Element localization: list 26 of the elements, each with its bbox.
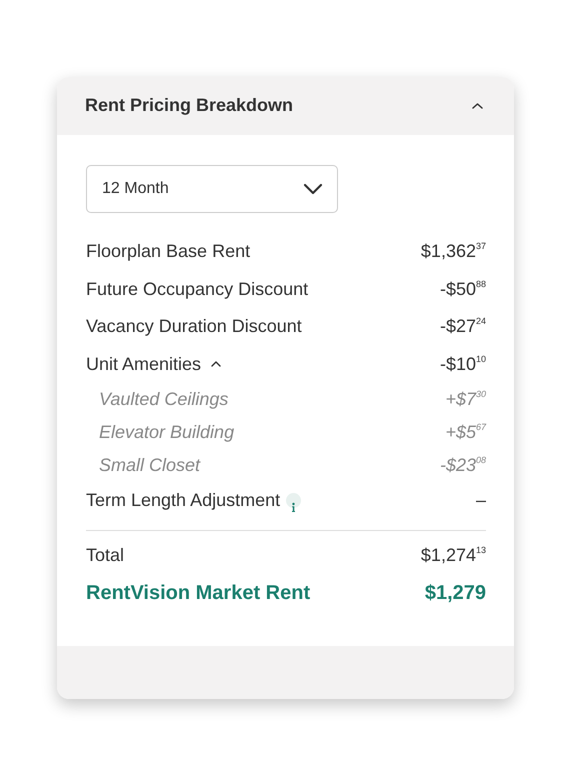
amenity-amount: -$23$^{08}$ (440, 454, 486, 477)
group-toggle[interactable]: Unit Amenities (86, 350, 202, 378)
amenity-label: Small Closet (99, 454, 200, 477)
amenity-label: Elevator Building (99, 421, 234, 444)
line-label: Term Length Adjustment (86, 489, 280, 512)
term-select[interactable]: 12 Month (86, 165, 338, 213)
line-label: Floorplan Base Rent (86, 240, 250, 264)
market-rent-amount: $1,279 (424, 580, 486, 606)
amenity-amount: +$7$^{30}$ (445, 388, 486, 411)
line-amount: -$10$^{10}$ (440, 352, 486, 376)
collapse-icon[interactable] (210, 360, 222, 368)
line-amount: $1,362$^{37}$ (420, 240, 486, 264)
line-amount: – (476, 489, 486, 512)
total-amount: $1,274$^{13}$ (420, 544, 486, 567)
line-amount: -$50$^{88}$ (440, 278, 486, 301)
amenity-amount: +$5$^{67}$ (445, 420, 486, 444)
collapse-icon[interactable] (471, 102, 484, 110)
amenity-label: Vaulted Ceilings (99, 388, 228, 411)
line-label: Future Occupancy Discount (86, 278, 308, 301)
total-label: Total (86, 544, 124, 567)
market-rent-label: RentVision Market Rent (86, 580, 310, 606)
line-amount: -$27$^{24}$ (440, 315, 486, 338)
dropdown-caret-icon (303, 182, 323, 195)
line-label: Vacancy Duration Discount (86, 315, 302, 338)
panel-title: Rent Pricing Breakdown (85, 95, 294, 117)
panel-header[interactable]: Rent Pricing Breakdown (57, 77, 514, 135)
